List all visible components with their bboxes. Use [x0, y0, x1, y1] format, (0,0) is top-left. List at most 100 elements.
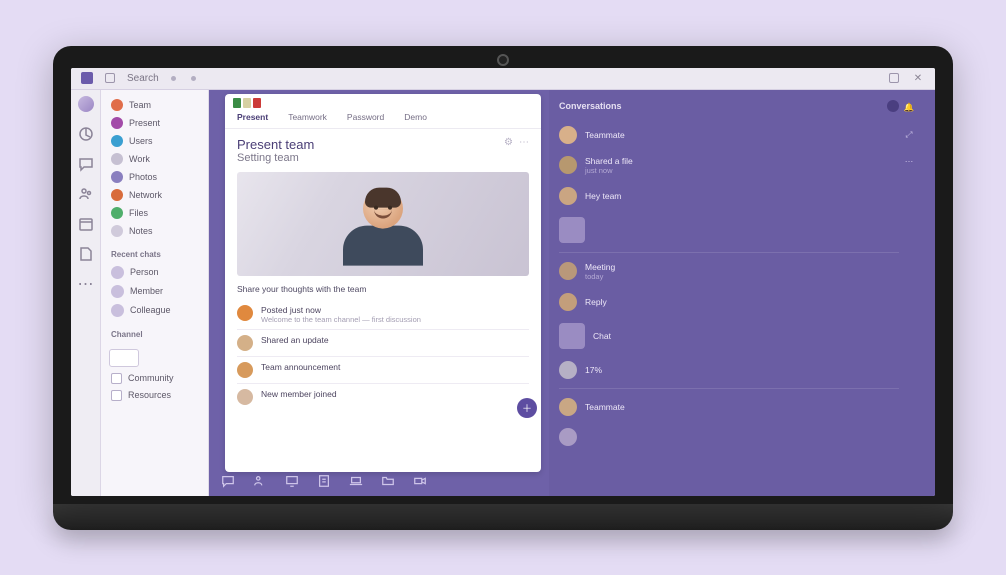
titlebar-box-icon[interactable] — [105, 73, 115, 83]
task-icon[interactable] — [317, 474, 331, 493]
titlebar: Search ✕ — [71, 68, 935, 90]
folder-icon[interactable] — [381, 474, 395, 493]
laptop-base — [53, 504, 953, 530]
calendar-icon[interactable] — [78, 216, 94, 232]
present-icon[interactable] — [285, 474, 299, 493]
sidebar-thumbnail[interactable] — [109, 349, 139, 367]
right-item[interactable]: Meetingtoday — [559, 256, 899, 287]
sidebar-item[interactable]: Work — [109, 150, 200, 168]
right-item[interactable]: Teammate — [559, 392, 899, 422]
sidebar-link-label: Community — [128, 373, 174, 383]
sidebar-item[interactable]: Users — [109, 132, 200, 150]
sidebar-item-icon — [111, 207, 123, 219]
avatar — [111, 285, 124, 298]
feed-item[interactable]: Shared an update — [237, 329, 529, 356]
right-item[interactable]: Shared a filejust now — [559, 150, 899, 181]
laptop-icon[interactable] — [349, 474, 363, 493]
sidebar-item-label: Files — [129, 208, 148, 218]
right-item[interactable] — [559, 422, 899, 452]
avatar — [111, 266, 124, 279]
feed-item[interactable]: New member joined — [237, 383, 529, 410]
sidebar-item[interactable]: Team — [109, 96, 200, 114]
right-item-title: Reply — [585, 297, 899, 307]
compose-button[interactable]: ＋ — [517, 398, 537, 418]
tab[interactable]: Present — [237, 112, 268, 122]
search-label[interactable]: Search — [127, 73, 159, 84]
more-icon[interactable]: ⋯ — [519, 137, 529, 148]
sidebar-link[interactable]: Resources — [109, 387, 200, 404]
right-item[interactable]: Chat — [559, 317, 899, 355]
right-item[interactable]: 17% — [559, 355, 899, 385]
avatar — [237, 389, 253, 405]
activity-icon[interactable] — [78, 126, 94, 142]
sidebar-item-icon — [111, 99, 123, 111]
sidebar-item[interactable]: Network — [109, 186, 200, 204]
right-item-title: Shared a file — [585, 156, 899, 166]
right-item-title: Meeting — [585, 262, 899, 272]
tab[interactable]: Password — [347, 112, 384, 122]
sidebar-item-label: Work — [129, 154, 150, 164]
teams-icon[interactable] — [253, 474, 267, 493]
card-title: Present team — [237, 137, 504, 152]
sidebar-person[interactable]: Colleague — [109, 301, 200, 320]
more-icon[interactable]: ⋯ — [78, 276, 94, 292]
sidebar-item[interactable]: Photos — [109, 168, 200, 186]
app-window: Search ✕ — [71, 68, 935, 496]
center-column: Present Teamwork Password Demo Present team… — [209, 90, 549, 496]
laptop-frame: Search ✕ — [53, 46, 953, 530]
sidebar-item[interactable]: Files — [109, 204, 200, 222]
feed-item-title: New member joined — [261, 389, 337, 399]
right-item[interactable]: Hey team — [559, 181, 899, 211]
sidebar-item-label: Present — [129, 118, 160, 128]
badge-icon — [887, 100, 899, 112]
sidebar-item[interactable]: Notes — [109, 222, 200, 240]
sidebar-person-label: Member — [130, 286, 163, 296]
chat-icon[interactable] — [221, 474, 235, 493]
right-item[interactable]: Reply — [559, 287, 899, 317]
feed-item[interactable]: Posted just nowWelcome to the team chann… — [237, 300, 529, 329]
flag-icon — [233, 98, 241, 108]
expand-icon[interactable]: ⤢ — [906, 129, 913, 140]
flag-icon — [253, 98, 261, 108]
sidebar-link-label: Resources — [128, 390, 171, 400]
avatar — [559, 187, 577, 205]
sidebar-item-icon — [111, 153, 123, 165]
sidebar-person[interactable]: Person — [109, 263, 200, 282]
minimize-icon[interactable] — [889, 73, 899, 83]
bell-icon[interactable]: 🔔 — [904, 102, 915, 113]
avatar — [559, 398, 577, 416]
tab[interactable]: Teamwork — [288, 112, 327, 122]
avatar — [111, 304, 124, 317]
right-item[interactable] — [559, 211, 899, 249]
settings-icon[interactable]: ⚙ — [504, 137, 513, 148]
avatar — [559, 126, 577, 144]
sidebar-person[interactable]: Member — [109, 282, 200, 301]
feed-item-title: Shared an update — [261, 335, 329, 345]
files-icon[interactable] — [78, 246, 94, 262]
sidebar-link[interactable]: Community — [109, 370, 200, 387]
right-item-title: Hey team — [585, 191, 899, 201]
more-icon[interactable]: ⋯ — [905, 156, 914, 167]
tab[interactable]: Demo — [404, 112, 427, 122]
app-logo — [81, 72, 93, 84]
compose-hint[interactable]: Share your thoughts with the team — [237, 284, 529, 294]
channel-card: Present Teamwork Password Demo Present team… — [225, 94, 541, 472]
feed-item[interactable]: Team announcement — [237, 356, 529, 383]
right-item-sub: just now — [585, 166, 899, 175]
sidebar-person-label: Person — [130, 267, 159, 277]
screen-bezel: Search ✕ — [53, 46, 953, 504]
separator — [559, 252, 899, 253]
right-rail: 🔔 ⤢ ⋯ — [899, 96, 919, 490]
chat-icon[interactable] — [78, 156, 94, 172]
teams-icon[interactable] — [78, 186, 94, 202]
right-item[interactable]: Teammate — [559, 120, 899, 150]
sidebar-item-icon — [111, 135, 123, 147]
dot-icon — [191, 76, 196, 81]
close-icon[interactable]: ✕ — [911, 71, 925, 85]
avatar[interactable] — [78, 96, 94, 112]
camera-icon[interactable] — [413, 474, 427, 493]
right-item-title: Chat — [593, 331, 899, 341]
doc-icon — [111, 390, 122, 401]
sidebar-item[interactable]: Present — [109, 114, 200, 132]
flag-icon — [243, 98, 251, 108]
